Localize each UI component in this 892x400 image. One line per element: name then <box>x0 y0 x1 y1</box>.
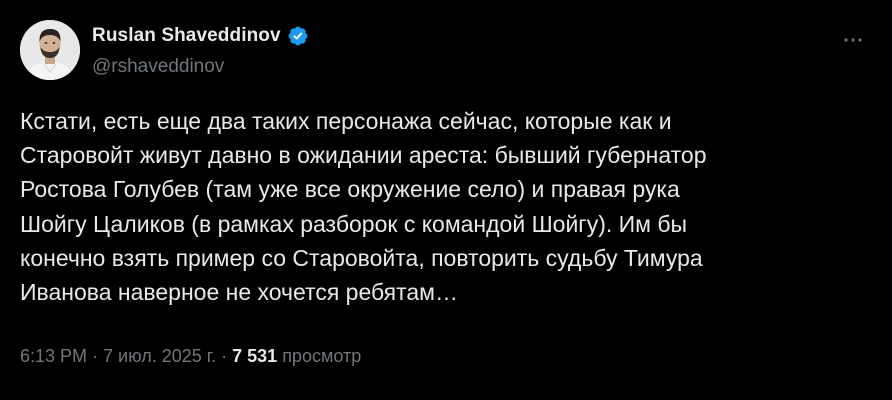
tweet-meta: 6:13 PM · 7 июл. 2025 г. · 7 531 просмот… <box>20 346 361 367</box>
tweet-time[interactable]: 6:13 PM <box>20 346 87 367</box>
author-handle[interactable]: @rshaveddinov <box>92 56 224 78</box>
more-horizontal-icon[interactable] <box>842 30 864 50</box>
avatar-image <box>20 20 80 80</box>
tweet-card: Ruslan Shaveddinov @rshaveddinov Кстати,… <box>0 0 892 400</box>
author-name-row: Ruslan Shaveddinov <box>92 25 309 47</box>
verified-badge-icon[interactable] <box>287 25 309 47</box>
tweet-date[interactable]: 7 июл. 2025 г. <box>103 346 216 367</box>
meta-separator: · <box>221 346 228 366</box>
views-count[interactable]: 7 531 <box>232 346 277 367</box>
meta-separator: · <box>92 346 99 366</box>
avatar[interactable] <box>20 20 80 80</box>
tweet-text: Кстати, есть еще два таких персонажа сей… <box>20 108 707 306</box>
views-label: просмотр <box>282 346 362 366</box>
author-display-name[interactable]: Ruslan Shaveddinov <box>92 25 281 47</box>
